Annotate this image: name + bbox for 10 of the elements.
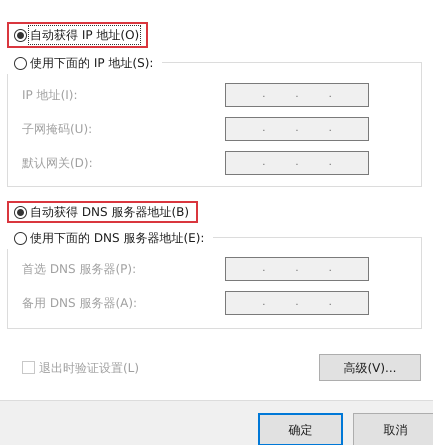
radio-option[interactable]: 自动获得 DNS 服务器地址(B) xyxy=(7,201,198,223)
advanced-button[interactable]: 高级(V)... xyxy=(319,354,421,381)
field-label: 默认网关(D): xyxy=(22,155,94,172)
ok-button[interactable]: 确定 xyxy=(258,413,343,445)
field-label: 子网掩码(U): xyxy=(22,121,94,138)
radio-option[interactable]: 自动获得 IP 地址(O) xyxy=(7,22,148,48)
field-label: 首选 DNS 服务器(P): xyxy=(22,261,138,278)
cancel-button[interactable]: 取消 xyxy=(353,413,433,445)
field-label: IP 地址(I): xyxy=(22,87,79,104)
field-label: 备用 DNS 服务器(A): xyxy=(22,295,138,312)
